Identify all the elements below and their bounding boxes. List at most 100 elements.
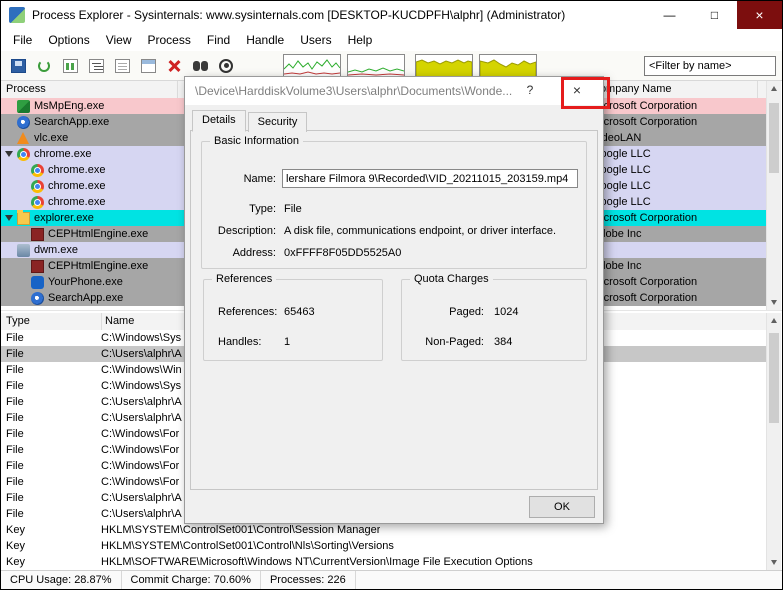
menu-handle[interactable]: Handle: [238, 30, 292, 50]
chrome-icon: [31, 163, 44, 177]
process-name: CEPHtmlEngine.exe: [48, 260, 149, 272]
address-value: 0xFFFF8F05DD5525A0: [284, 247, 402, 259]
handle-row[interactable]: Key HKLM\SYSTEM\ControlSet001\Control\Nls…: [1, 538, 766, 554]
company-name: Microsoft Corporation: [592, 292, 698, 304]
process-tree-button[interactable]: [84, 54, 108, 78]
menu-help[interactable]: Help: [340, 30, 381, 50]
column-header-type[interactable]: Type: [6, 315, 30, 327]
ok-button[interactable]: OK: [529, 496, 595, 518]
process-name: MsMpEng.exe: [34, 100, 105, 112]
system-info-button[interactable]: [58, 54, 82, 78]
handle-name: C:\Windows\For: [101, 460, 180, 472]
scroll-down-icon[interactable]: [767, 295, 781, 310]
tree-icon: [88, 58, 104, 73]
expander-icon[interactable]: [5, 215, 13, 221]
find-handle-button[interactable]: [188, 54, 212, 78]
dialog-title-bar[interactable]: \Device\HarddiskVolume3\Users\alphr\Docu…: [185, 77, 603, 105]
handle-type: File: [6, 460, 24, 472]
page-icon: [114, 58, 130, 73]
name-field[interactable]: lershare Filmora 9\Recorded\VID_20211015…: [282, 169, 578, 188]
references-group: References References: 65463 Handles: 1: [203, 273, 383, 361]
column-divider[interactable]: [101, 313, 102, 330]
io-history-graph[interactable]: [479, 53, 537, 78]
menu-users[interactable]: Users: [292, 30, 339, 50]
handle-type: File: [6, 332, 24, 344]
expander-icon[interactable]: [5, 151, 13, 157]
explorer-icon: [17, 209, 30, 225]
commit-history-graph[interactable]: [415, 53, 473, 78]
process-name: SearchApp.exe: [48, 292, 124, 304]
cpu-usage-graph[interactable]: [283, 53, 341, 78]
tab-details[interactable]: Details: [192, 110, 246, 132]
handle-scrollbar[interactable]: [766, 313, 781, 570]
refresh-button[interactable]: [32, 54, 56, 78]
chrome-icon: [17, 147, 30, 161]
company-name: Microsoft Corporation: [592, 116, 698, 128]
status-bar: CPU Usage: 28.87% Commit Charge: 70.60% …: [1, 570, 782, 589]
handle-name: C:\Users\alphr\A: [101, 508, 182, 520]
handle-name: C:\Users\alphr\A: [101, 348, 182, 360]
handle-type: File: [6, 508, 24, 520]
close-button[interactable]: ×: [737, 1, 782, 29]
title-bar[interactable]: Process Explorer - Sysinternals: www.sys…: [1, 1, 782, 29]
process-name: chrome.exe: [48, 164, 106, 176]
properties-dialog: \Device\HarddiskVolume3\Users\alphr\Docu…: [184, 76, 604, 524]
group-label-basic: Basic Information: [210, 135, 303, 147]
maximize-button[interactable]: □: [692, 1, 737, 29]
handle-name: C:\Windows\For: [101, 428, 180, 440]
chrome-icon: [31, 195, 44, 209]
status-commit-charge: Commit Charge: 70.60%: [122, 571, 261, 589]
phone-icon: [31, 275, 44, 289]
dll-view-button[interactable]: [110, 54, 134, 78]
status-cpu-usage: CPU Usage: 28.87%: [1, 571, 122, 589]
red-x-icon: [167, 59, 182, 73]
handle-type: Key: [6, 540, 25, 552]
cep-icon: [31, 227, 44, 241]
scrollbar-thumb[interactable]: [769, 333, 779, 423]
column-header-process[interactable]: Process: [6, 83, 46, 95]
minimize-button[interactable]: —: [647, 1, 692, 29]
menu-file[interactable]: File: [5, 30, 40, 50]
handle-name: C:\Users\alphr\A: [101, 412, 182, 424]
menu-find[interactable]: Find: [199, 30, 238, 50]
column-divider[interactable]: [177, 81, 178, 98]
menu-options[interactable]: Options: [40, 30, 97, 50]
handle-type: File: [6, 396, 24, 408]
dialog-help-button[interactable]: ?: [519, 83, 541, 97]
annotation-red-box: [561, 77, 610, 109]
chart-icon: [62, 58, 78, 73]
menu-process[interactable]: Process: [140, 30, 199, 50]
kill-process-button[interactable]: [162, 54, 186, 78]
cpu-history-graph[interactable]: [347, 53, 405, 78]
dwm-icon: [17, 243, 30, 257]
group-label-quota: Quota Charges: [410, 273, 493, 285]
handle-name: HKLM\SYSTEM\ControlSet001\Control\Nls\So…: [101, 540, 394, 552]
company-name: Microsoft Corporation: [592, 276, 698, 288]
handle-name: C:\Windows\For: [101, 476, 180, 488]
scroll-down-icon[interactable]: [767, 555, 781, 570]
handle-type: File: [6, 380, 24, 392]
handle-type: File: [6, 428, 24, 440]
references-value: 65463: [284, 306, 315, 318]
scrollbar-thumb[interactable]: [769, 103, 779, 173]
handle-row[interactable]: Key HKLM\SYSTEM\ControlSet001\Control\Ses…: [1, 522, 766, 538]
handle-name: C:\Users\alphr\A: [101, 492, 182, 504]
find-window-button[interactable]: [214, 54, 238, 78]
nonpaged-label: Non-Paged:: [425, 336, 484, 348]
handle-row[interactable]: Key HKLM\SOFTWARE\Microsoft\Windows NT\Cu…: [1, 554, 766, 570]
process-name: chrome.exe: [48, 180, 106, 192]
process-scrollbar[interactable]: [766, 81, 781, 310]
properties-button[interactable]: [136, 54, 160, 78]
process-name: dwm.exe: [34, 244, 79, 256]
save-button[interactable]: [6, 54, 30, 78]
scroll-up-icon[interactable]: [767, 81, 781, 96]
paged-value: 1024: [494, 306, 519, 318]
column-header-name[interactable]: Name: [105, 315, 134, 327]
column-divider[interactable]: [757, 81, 758, 98]
filter-input[interactable]: [644, 55, 776, 76]
tab-security[interactable]: Security: [247, 112, 308, 132]
scroll-up-icon[interactable]: [767, 313, 781, 328]
handles-label: Handles:: [218, 336, 262, 348]
menu-view[interactable]: View: [98, 30, 140, 50]
search-icon: [17, 115, 30, 129]
